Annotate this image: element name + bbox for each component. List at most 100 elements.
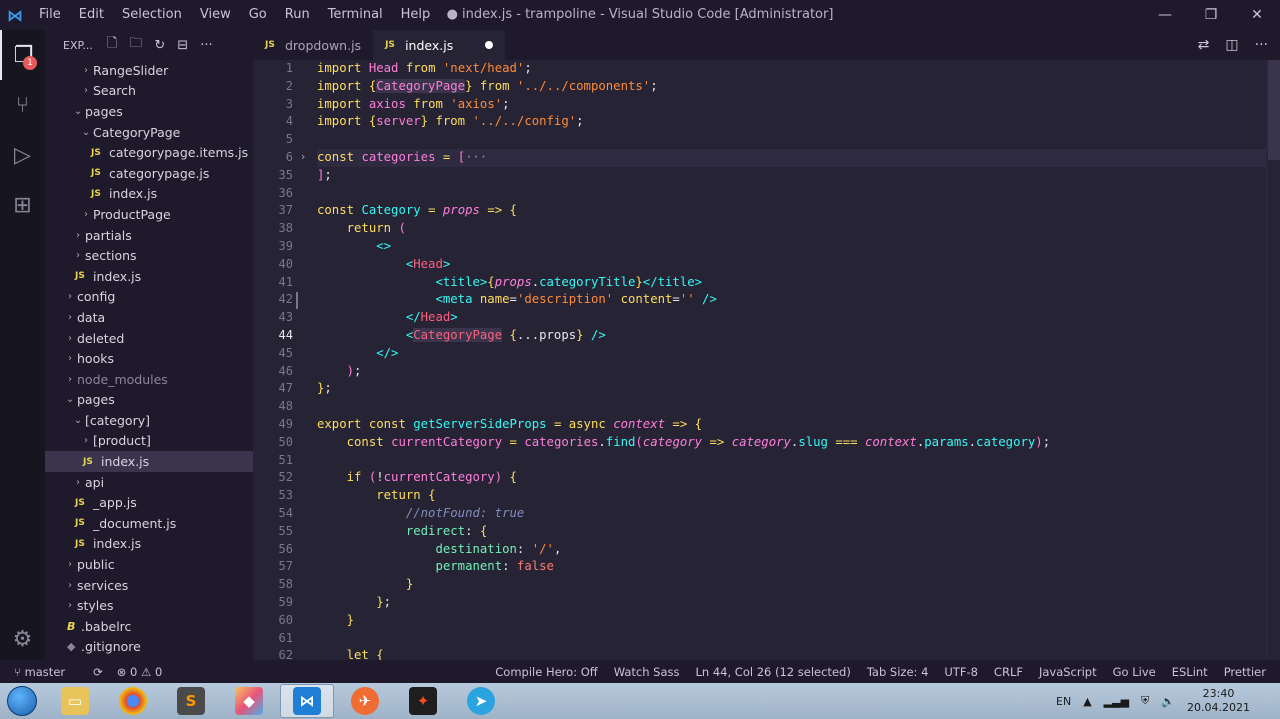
- chevron-right-icon: ›: [68, 332, 72, 344]
- tree-item[interactable]: › styles: [45, 595, 253, 616]
- gear-icon[interactable]: ⚙: [0, 627, 45, 652]
- explorer-icon[interactable]: ❐ 1: [0, 30, 45, 80]
- menu-edit[interactable]: Edit: [70, 0, 113, 30]
- tree-item-label: Search: [93, 83, 136, 99]
- tree-item[interactable]: › RangeSlider: [45, 60, 253, 81]
- watch-sass-status[interactable]: Watch Sass: [614, 665, 680, 679]
- code-editor[interactable]: 1 2 3 4 5 6 35 36 37 38 39 40 41 42 43 44 45 46 47 48 49 50 51…: [253, 60, 1280, 660]
- collapse-all-icon[interactable]: ⊟: [177, 38, 188, 53]
- problems-status[interactable]: ⊗ 0 ⚠ 0: [117, 665, 163, 679]
- telegram-icon: ➤: [467, 687, 495, 715]
- source-control-icon[interactable]: ⑂: [0, 80, 45, 130]
- extensions-icon[interactable]: ⊞: [0, 180, 45, 230]
- taskbar-app[interactable]: ◆: [222, 684, 276, 718]
- tree-item[interactable]: › api: [45, 472, 253, 493]
- menu-run[interactable]: Run: [276, 0, 319, 30]
- tree-item[interactable]: B .babelrc: [45, 616, 253, 637]
- volume-icon[interactable]: 🔈: [1161, 695, 1175, 708]
- tree-item[interactable]: ◆ .gitignore: [45, 637, 253, 658]
- shield-icon[interactable]: ⛨: [1141, 694, 1149, 708]
- tree-item[interactable]: ⌄ pages: [45, 390, 253, 411]
- tree-item[interactable]: JS index.js: [45, 534, 253, 555]
- eslint-status[interactable]: ESLint: [1172, 665, 1208, 679]
- chevron-down-icon: ⌄: [73, 414, 83, 426]
- tree-item[interactable]: JS categorypage.items.js: [45, 142, 253, 163]
- fold-expand-icon[interactable]: ›: [301, 150, 305, 163]
- code-line: );: [346, 363, 362, 378]
- tree-item[interactable]: › config: [45, 287, 253, 308]
- tree-item[interactable]: › services: [45, 575, 253, 596]
- menu-go[interactable]: Go: [240, 0, 276, 30]
- tray-expand-icon[interactable]: ▲: [1083, 695, 1091, 708]
- tree-item[interactable]: JS index.js: [45, 451, 253, 472]
- prettier-status[interactable]: Prettier: [1224, 665, 1266, 679]
- tree-item[interactable]: ⌄ [category]: [45, 410, 253, 431]
- compare-changes-icon[interactable]: ⇄: [1198, 30, 1210, 60]
- menu-terminal[interactable]: Terminal: [319, 0, 392, 30]
- restore-icon[interactable]: ❐: [1188, 0, 1234, 30]
- network-icon[interactable]: ▂▃▅: [1104, 695, 1129, 708]
- tree-item[interactable]: › deleted: [45, 328, 253, 349]
- start-button[interactable]: [0, 683, 44, 719]
- close-icon[interactable]: ✕: [1234, 0, 1280, 30]
- line-number: 37: [278, 203, 293, 218]
- tree-item[interactable]: › node_modules: [45, 369, 253, 390]
- tree-item[interactable]: JS _app.js: [45, 492, 253, 513]
- go-live-status[interactable]: Go Live: [1113, 665, 1156, 679]
- tab-size-status[interactable]: Tab Size: 4: [867, 665, 929, 679]
- tree-item[interactable]: JS index.js: [45, 266, 253, 287]
- new-folder-icon[interactable]: 🗀: [129, 34, 142, 56]
- more-actions-icon[interactable]: ···: [200, 38, 212, 53]
- input-language[interactable]: EN: [1056, 695, 1071, 708]
- eol-status[interactable]: CRLF: [994, 665, 1023, 679]
- tree-item[interactable]: › hooks: [45, 348, 253, 369]
- tree-item[interactable]: › Search: [45, 81, 253, 102]
- editor-scrollbar[interactable]: [1266, 60, 1280, 660]
- babel-file-icon: B: [67, 619, 76, 633]
- split-editor-icon[interactable]: ◫: [1225, 30, 1238, 60]
- tree-item[interactable]: ⌄ CategoryPage: [45, 122, 253, 143]
- run-debug-icon[interactable]: ▷: [0, 130, 45, 180]
- branch-status[interactable]: ⑂ master: [14, 665, 79, 679]
- taskbar-postman[interactable]: ✈: [338, 684, 392, 718]
- sync-icon[interactable]: ⟳: [93, 665, 103, 679]
- refresh-icon[interactable]: ↻: [154, 38, 165, 53]
- tree-item[interactable]: ⌄ pages: [45, 101, 253, 122]
- menu-view[interactable]: View: [191, 0, 240, 30]
- cursor-position[interactable]: Ln 44, Col 26 (12 selected): [696, 665, 851, 679]
- code-line: if (!currentCategory) {: [346, 470, 517, 485]
- tab-dropdown-js[interactable]: JS dropdown.js: [253, 30, 373, 60]
- taskbar-telegram[interactable]: ➤: [454, 684, 508, 718]
- minimize-icon[interactable]: —: [1142, 0, 1188, 30]
- tree-item[interactable]: › public: [45, 554, 253, 575]
- taskbar-vscode[interactable]: ⋈: [280, 684, 334, 718]
- taskbar-explorer[interactable]: ▭: [48, 684, 102, 718]
- tree-item[interactable]: › partials: [45, 225, 253, 246]
- clock[interactable]: 23:40 20.04.2021: [1187, 687, 1250, 715]
- code-content[interactable]: import Head from 'next/head'; import {Ca…: [317, 60, 1266, 660]
- scrollbar-thumb[interactable]: [1268, 60, 1280, 160]
- tab-index-js[interactable]: JS index.js: [373, 30, 506, 60]
- tree-item[interactable]: › [product]: [45, 431, 253, 452]
- menu-file[interactable]: File: [30, 0, 70, 30]
- tree-item[interactable]: › sections: [45, 245, 253, 266]
- tree-item-label: _document.js: [93, 515, 177, 531]
- tree-item[interactable]: JS index.js: [45, 184, 253, 205]
- new-file-icon[interactable]: 🗋: [107, 34, 117, 56]
- menu-selection[interactable]: Selection: [113, 0, 191, 30]
- tree-item[interactable]: › data: [45, 307, 253, 328]
- unsaved-dot-icon[interactable]: [485, 41, 494, 49]
- postman-icon: ✈: [351, 687, 379, 715]
- menu-help[interactable]: Help: [392, 0, 440, 30]
- tree-item[interactable]: JS categorypage.js: [45, 163, 253, 184]
- language-status[interactable]: JavaScript: [1039, 665, 1097, 679]
- taskbar-figma[interactable]: ✦: [396, 684, 450, 718]
- tree-item[interactable]: JS _document.js: [45, 513, 253, 534]
- tree-item[interactable]: › ProductPage: [45, 204, 253, 225]
- taskbar-sublime[interactable]: S: [164, 684, 218, 718]
- more-actions-icon[interactable]: ···: [1255, 30, 1268, 60]
- encoding-status[interactable]: UTF-8: [944, 665, 978, 679]
- chevron-right-icon: ›: [84, 85, 88, 97]
- compile-hero-status[interactable]: Compile Hero: Off: [495, 665, 597, 679]
- taskbar-chrome[interactable]: [106, 684, 160, 718]
